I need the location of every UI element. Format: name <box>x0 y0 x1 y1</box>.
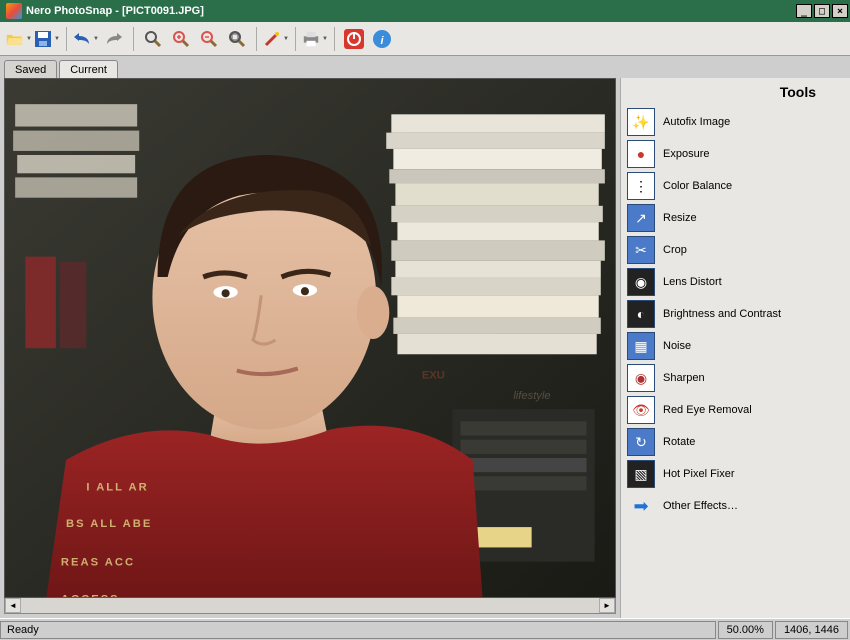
tool-label: Crop <box>663 244 687 256</box>
tool-label: Brightness and Contrast <box>663 308 781 320</box>
print-button[interactable]: ▼ <box>302 26 328 52</box>
status-bar: Ready 50.00% 1406, 1446 <box>0 618 850 640</box>
rotate-icon: ↻ <box>627 428 655 456</box>
scroll-track[interactable] <box>21 598 599 613</box>
tool-label: Noise <box>663 340 691 352</box>
tool-hot-pixel[interactable]: ▧ Hot Pixel Fixer <box>625 458 846 490</box>
tool-label: Other Effects… <box>663 500 738 512</box>
dropdown-icon: ▼ <box>283 36 289 42</box>
other-effects-icon: ➡ <box>627 492 655 520</box>
svg-text:I ALL AR: I ALL AR <box>86 481 148 493</box>
tab-current[interactable]: Current <box>59 60 118 79</box>
info-button[interactable]: i <box>369 26 395 52</box>
tool-label: Lens Distort <box>663 276 722 288</box>
tool-label: Autofix Image <box>663 116 730 128</box>
tool-rotate[interactable]: ↻ Rotate <box>625 426 846 458</box>
zoom-fit-button[interactable] <box>224 26 250 52</box>
status-ready: Ready <box>0 621 716 639</box>
open-icon <box>6 30 24 48</box>
open-button[interactable]: ▼ <box>6 26 32 52</box>
tools-panel-title: Tools <box>625 80 846 106</box>
dropdown-icon: ▼ <box>26 36 32 42</box>
tool-crop[interactable]: ✂ Crop <box>625 234 846 266</box>
noise-icon: ▦ <box>627 332 655 360</box>
tool-exposure[interactable]: ● Exposure <box>625 138 846 170</box>
tools-panel: Tools ✨ Autofix Image ● Exposure ⋮ Color Bala… <box>620 78 850 618</box>
tool-label: Sharpen <box>663 372 705 384</box>
wand-button[interactable]: ▼ <box>263 26 289 52</box>
title-bar: Nero PhotoSnap - [PICT0091.JPG] _ □ × <box>0 0 850 22</box>
hot-pixel-icon: ▧ <box>627 460 655 488</box>
app-icon <box>6 3 22 19</box>
svg-text:lifestyle: lifestyle <box>513 390 550 402</box>
svg-text:BS ALL ABE: BS ALL ABE <box>66 518 152 530</box>
minimize-button[interactable]: _ <box>796 4 812 18</box>
tool-label: Red Eye Removal <box>663 404 752 416</box>
zoom-fit-icon <box>228 30 246 48</box>
zoom-out-button[interactable] <box>196 26 222 52</box>
view-tabs: Saved Current <box>0 56 850 78</box>
dropdown-icon: ▼ <box>93 36 99 42</box>
power-icon <box>343 28 365 50</box>
exposure-icon: ● <box>627 140 655 168</box>
brightness-contrast-icon: ◐ <box>627 300 655 328</box>
svg-text:REAS ACC: REAS ACC <box>61 557 135 569</box>
status-dimensions: 1406, 1446 <box>775 621 848 639</box>
wand-icon <box>263 30 281 48</box>
tool-label: Resize <box>663 212 697 224</box>
photo-content: I ALL AR BS ALL ABE REAS ACC ACCESS EXU … <box>5 79 615 597</box>
window-title: Nero PhotoSnap - [PICT0091.JPG] <box>26 5 796 17</box>
tool-sharpen[interactable]: ◉ Sharpen <box>625 362 846 394</box>
zoom-out-icon <box>200 30 218 48</box>
tool-noise[interactable]: ▦ Noise <box>625 330 846 362</box>
zoom-button[interactable] <box>140 26 166 52</box>
dropdown-icon: ▼ <box>54 36 60 42</box>
sharpen-icon: ◉ <box>627 364 655 392</box>
canvas-area: I ALL AR BS ALL ABE REAS ACC ACCESS EXU … <box>0 78 620 618</box>
main-toolbar: ▼ ▼ ▼ ▼ ▼ i <box>0 22 850 56</box>
dropdown-icon: ▼ <box>322 36 328 42</box>
zoom-in-button[interactable] <box>168 26 194 52</box>
scroll-left-button[interactable]: ◄ <box>5 598 21 613</box>
zoom-icon <box>144 30 162 48</box>
redo-icon <box>105 32 123 46</box>
maximize-button[interactable]: □ <box>814 4 830 18</box>
resize-icon: ↗ <box>627 204 655 232</box>
status-zoom: 50.00% <box>718 621 773 639</box>
info-icon: i <box>372 29 392 49</box>
power-button[interactable] <box>341 26 367 52</box>
crop-icon: ✂ <box>627 236 655 264</box>
undo-icon <box>73 32 91 46</box>
tool-lens-distort[interactable]: ◉ Lens Distort <box>625 266 846 298</box>
autofix-icon: ✨ <box>627 108 655 136</box>
svg-text:EXU: EXU <box>422 370 445 382</box>
tool-label: Hot Pixel Fixer <box>663 468 735 480</box>
zoom-in-icon <box>172 30 190 48</box>
tool-label: Color Balance <box>663 180 732 192</box>
close-button[interactable]: × <box>832 4 848 18</box>
save-button[interactable]: ▼ <box>34 26 60 52</box>
tool-other-effects[interactable]: ➡ Other Effects… <box>625 490 846 522</box>
print-icon <box>302 30 320 48</box>
tool-autofix[interactable]: ✨ Autofix Image <box>625 106 846 138</box>
scroll-right-button[interactable]: ► <box>599 598 615 613</box>
red-eye-icon: 👁 <box>627 396 655 424</box>
undo-button[interactable]: ▼ <box>73 26 99 52</box>
tab-saved[interactable]: Saved <box>4 60 57 79</box>
tool-color-balance[interactable]: ⋮ Color Balance <box>625 170 846 202</box>
image-canvas[interactable]: I ALL AR BS ALL ABE REAS ACC ACCESS EXU … <box>4 78 616 598</box>
save-icon <box>34 30 52 48</box>
tool-resize[interactable]: ↗ Resize <box>625 202 846 234</box>
tool-label: Exposure <box>663 148 709 160</box>
horizontal-scrollbar[interactable]: ◄ ► <box>4 598 616 614</box>
lens-distort-icon: ◉ <box>627 268 655 296</box>
file-name: [PICT0091.JPG] <box>122 5 204 17</box>
tool-label: Rotate <box>663 436 695 448</box>
redo-button[interactable] <box>101 26 127 52</box>
tool-red-eye[interactable]: 👁 Red Eye Removal <box>625 394 846 426</box>
tool-brightness-contrast[interactable]: ◐ Brightness and Contrast <box>625 298 846 330</box>
svg-text:ACCESS: ACCESS <box>61 593 120 597</box>
app-name: Nero PhotoSnap <box>26 5 112 17</box>
color-balance-icon: ⋮ <box>627 172 655 200</box>
